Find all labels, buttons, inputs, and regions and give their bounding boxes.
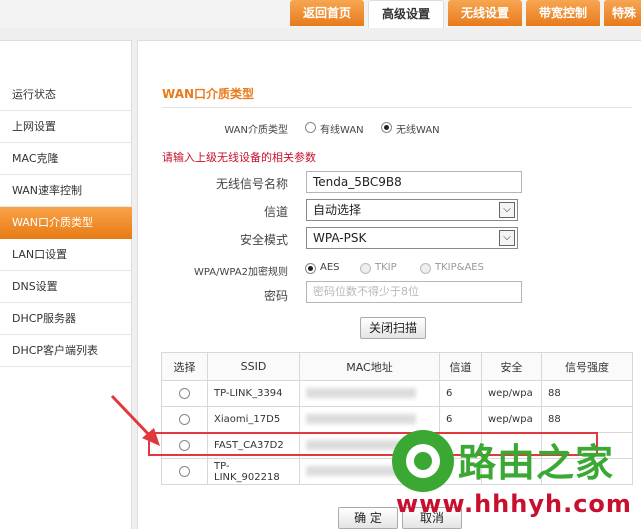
chevron-down-icon: ⌵	[499, 202, 515, 218]
nav-tab-advanced[interactable]: 高级设置	[368, 0, 444, 28]
col-header-signal: 信号强度	[541, 352, 633, 381]
channel-label: 信道	[263, 205, 288, 219]
security-mode-value: WPA-PSK	[313, 231, 367, 245]
wireless-wan-label: 无线WAN	[396, 125, 440, 136]
nav-tab-special[interactable]: 特殊	[604, 0, 641, 26]
tkip-radio[interactable]	[360, 263, 371, 274]
row-mac-redacted	[306, 388, 416, 398]
table-header-row: 选择 SSID MAC地址 信道 安全 信号强度	[161, 352, 633, 381]
col-header-security: 安全	[481, 352, 542, 381]
close-scan-button[interactable]: 关闭扫描	[360, 317, 426, 339]
nav-tab-wireless[interactable]: 无线设置	[448, 0, 522, 26]
media-type-label: WAN介质类型	[224, 125, 288, 136]
tkip-aes-radio[interactable]	[420, 263, 431, 274]
row-channel: 6	[439, 406, 482, 433]
chevron-down-icon: ⌵	[499, 230, 515, 246]
sidebar-item-status[interactable]: 运行状态	[0, 79, 132, 111]
col-header-select: 选择	[161, 352, 208, 381]
watermark-text: 路由之家	[458, 441, 615, 485]
sidebar-item-mac-clone[interactable]: MAC克隆	[0, 143, 132, 175]
col-header-mac: MAC地址	[299, 352, 440, 381]
password-field[interactable]: 密码位数不得少于8位	[306, 281, 522, 303]
sidebar-item-wan-rate[interactable]: WAN速率控制	[0, 175, 132, 207]
tkip-aes-label: TKIP&AES	[435, 262, 484, 273]
wired-wan-label: 有线WAN	[320, 125, 364, 136]
channel-select[interactable]: 自动选择 ⌵	[306, 199, 518, 221]
row-ssid: TP-LINK_3394	[207, 380, 300, 407]
top-nav: 返回首页 高级设置 无线设置 带宽控制 特殊	[0, 0, 641, 28]
password-label: 密码	[263, 289, 288, 303]
row-mac-redacted	[306, 414, 416, 424]
sidebar-item-lan[interactable]: LAN口设置	[0, 239, 132, 271]
row-security: wep/wpa	[481, 406, 542, 433]
ssid-label: 无线信号名称	[215, 177, 288, 191]
channel-value: 自动选择	[313, 203, 362, 217]
row-select-radio[interactable]	[179, 413, 190, 425]
row-signal: 88	[541, 380, 633, 407]
row-ssid: Xiaomi_17D5	[207, 406, 300, 433]
sidebar-item-dhcp-clients[interactable]: DHCP客户端列表	[0, 335, 132, 367]
col-header-channel: 信道	[439, 352, 482, 381]
tkip-label: TKIP	[375, 262, 397, 273]
ok-button[interactable]: 确 定	[338, 507, 398, 529]
page-title: WAN口介质类型	[162, 87, 255, 101]
divider	[162, 107, 632, 108]
aes-radio[interactable]	[305, 263, 316, 274]
wired-wan-radio[interactable]	[305, 122, 316, 133]
nav-tab-bandwidth[interactable]: 带宽控制	[526, 0, 600, 26]
row-select-radio[interactable]	[179, 465, 190, 477]
sidebar: 运行状态 上网设置 MAC克隆 WAN速率控制 WAN口介质类型 LAN口设置 …	[0, 40, 132, 529]
row-select-radio[interactable]	[179, 387, 190, 399]
table-row: Xiaomi_17D5 6 wep/wpa 88	[161, 406, 633, 433]
nav-tab-home[interactable]: 返回首页	[290, 0, 364, 26]
row-security: wep/wpa	[481, 380, 542, 407]
table-row: TP-LINK_3394 6 wep/wpa 88	[161, 380, 633, 407]
watermark-logo	[392, 430, 454, 492]
wireless-wan-radio[interactable]	[381, 122, 392, 133]
col-header-ssid: SSID	[207, 352, 300, 381]
sidebar-item-dhcp-server[interactable]: DHCP服务器	[0, 303, 132, 335]
sidebar-item-internet[interactable]: 上网设置	[0, 111, 132, 143]
row-channel: 6	[439, 380, 482, 407]
hint-text: 请输入上级无线设备的相关参数	[162, 151, 316, 164]
watermark-url: www.hhhyh.com	[396, 490, 632, 518]
row-ssid: TP-LINK_902218	[207, 458, 300, 485]
annotation-arrow-icon	[110, 394, 160, 446]
row-signal: 88	[541, 406, 633, 433]
security-mode-select[interactable]: WPA-PSK ⌵	[306, 227, 518, 249]
security-mode-label: 安全模式	[239, 233, 288, 247]
aes-label: AES	[320, 262, 340, 273]
sidebar-item-dns[interactable]: DNS设置	[0, 271, 132, 303]
ssid-input[interactable]: Tenda_5BC9B8	[306, 171, 522, 193]
encryption-label: WPA/WPA2加密规则	[194, 267, 288, 278]
sidebar-item-wan-media[interactable]: WAN口介质类型	[0, 207, 132, 239]
